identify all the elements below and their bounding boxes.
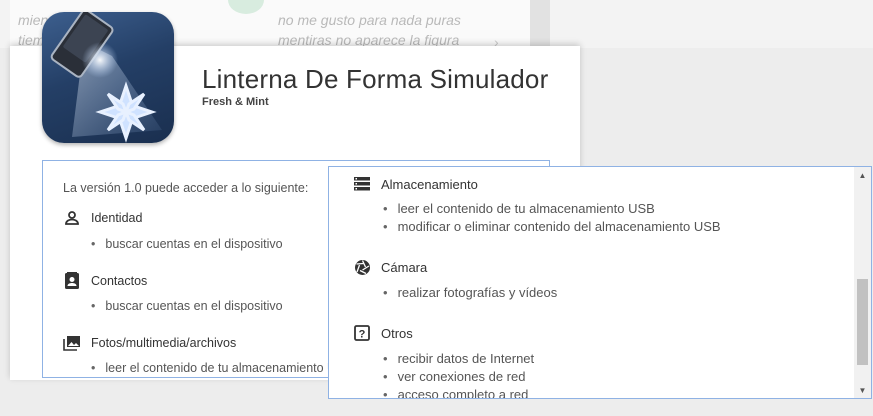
permission-category-contactos: Contactos — [63, 272, 147, 290]
permission-item: acceso completo a red — [383, 387, 529, 398]
scroll-up-arrow-icon[interactable]: ▲ — [854, 167, 871, 183]
contacts-icon — [63, 272, 81, 290]
permission-item: leer el contenido de tu almacenamiento U — [91, 361, 336, 375]
svg-text:?: ? — [359, 329, 366, 341]
permission-category-label: Identidad — [91, 211, 143, 225]
permission-category-camara: Cámara — [353, 258, 427, 276]
permissions-intro: La versión 1.0 puede acceder a lo siguie… — [63, 181, 309, 195]
permission-category-label: Cámara — [381, 259, 428, 275]
app-title: Linterna De Forma Simulador — [202, 64, 549, 94]
scrollbar-thumb[interactable] — [857, 279, 868, 365]
permission-item: leer el contenido de tu almacenamiento U… — [383, 201, 655, 216]
permission-item: buscar cuentas en el dispositivo — [91, 237, 282, 251]
scroll-down-arrow-icon[interactable]: ▼ — [854, 382, 871, 398]
vertical-scrollbar[interactable]: ▲ ▼ — [854, 167, 871, 398]
permission-category-label: Almacenamiento — [381, 176, 478, 192]
permission-category-almacenamiento: Almacenamiento — [353, 175, 478, 193]
permission-item: modificar o eliminar contenido del almac… — [383, 219, 721, 234]
permission-category-label: Otros — [381, 325, 413, 341]
permission-item: recibir datos de Internet — [383, 351, 535, 366]
person-icon — [63, 209, 81, 227]
permissions-panel-scroll[interactable]: Almacenamiento leer el contenido de tu a… — [328, 166, 872, 399]
review-text: no me gusto para nada puras — [278, 12, 461, 28]
review-card-edge — [530, 0, 550, 48]
photos-icon — [63, 334, 81, 352]
permission-category-label: Fotos/multimedia/archivos — [91, 336, 237, 350]
permission-category-label: Contactos — [91, 274, 148, 288]
permission-item: realizar fotografías y vídeos — [383, 285, 558, 300]
permission-category-fotos: Fotos/multimedia/archivos — [63, 334, 236, 352]
permission-item: ver conexiones de red — [383, 369, 526, 384]
permission-item: buscar cuentas en el dispositivo — [91, 299, 282, 313]
question-icon: ? — [353, 324, 371, 342]
permission-category-identidad: Identidad — [63, 209, 142, 227]
camera-icon — [353, 258, 371, 276]
flashlight-snowflake-icon — [42, 12, 174, 143]
app-developer[interactable]: Fresh & Mint — [202, 96, 269, 108]
permission-category-otros: ? Otros — [353, 324, 413, 342]
storage-icon — [353, 175, 371, 193]
